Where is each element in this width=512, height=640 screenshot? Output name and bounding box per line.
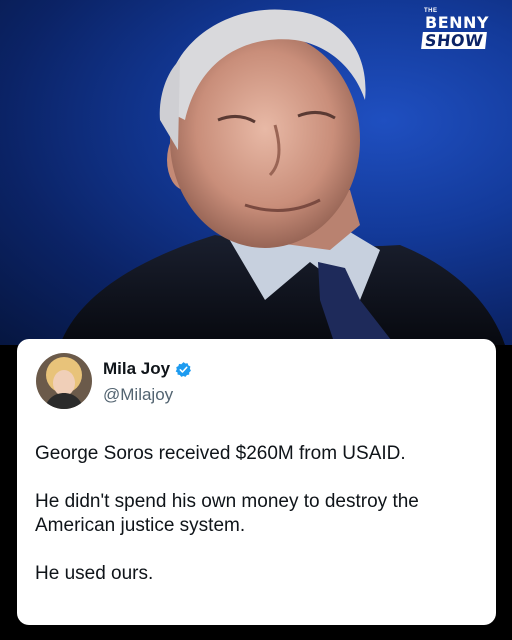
author-name[interactable]: Mila Joy	[103, 359, 170, 379]
tweet-card: Mila Joy @Milajoy George Soros received …	[17, 339, 496, 625]
tweet-paragraph: George Soros received $260M from USAID.	[35, 443, 406, 464]
tweet-body: George Soros received $260M from USAID. …	[35, 442, 485, 586]
benny-show-logo: THE BENNY SHOW	[420, 8, 502, 54]
tweet-paragraph: He didn't spend his own money to destroy…	[35, 491, 419, 536]
logo-line1: BENNY	[425, 13, 489, 32]
logo-line2: SHOW	[421, 31, 488, 50]
verified-badge-icon	[175, 361, 192, 377]
tweet-paragraph: He used ours.	[35, 563, 154, 584]
author-handle[interactable]: @Milajoy	[103, 385, 173, 405]
header-photo: THE BENNY SHOW	[0, 0, 512, 345]
avatar[interactable]	[36, 353, 92, 409]
